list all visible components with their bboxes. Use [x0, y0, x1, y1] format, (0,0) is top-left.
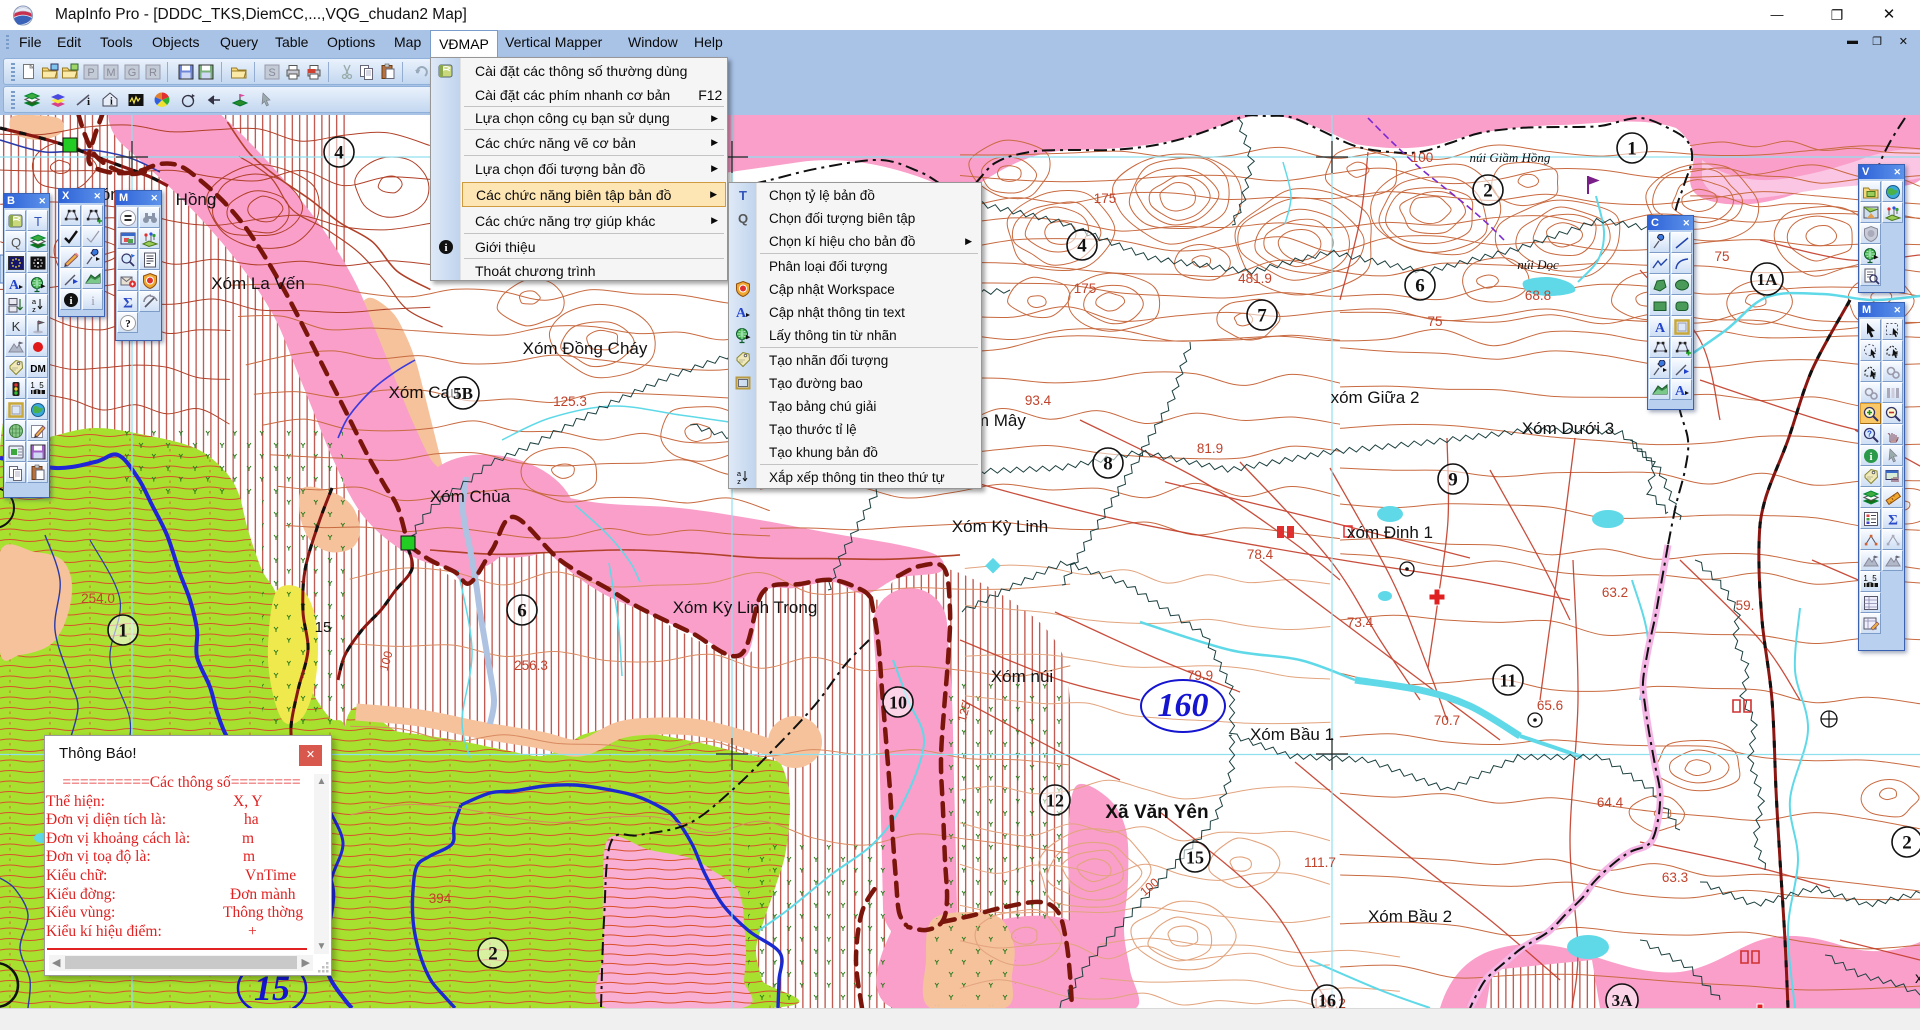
svg-text:Xóm Đồng Cháy: Xóm Đồng Cháy: [523, 339, 648, 358]
svg-text:394: 394: [429, 891, 452, 906]
svg-text:Σ: Σ: [1888, 512, 1898, 528]
svg-text:81.9: 81.9: [1197, 441, 1223, 456]
svg-text:z: z: [32, 305, 36, 314]
svg-text:z: z: [737, 477, 741, 486]
svg-text:160: 160: [1158, 687, 1209, 724]
svg-text:xóm Giữa 2: xóm Giữa 2: [1331, 388, 1420, 407]
svg-text:5B: 5B: [453, 384, 473, 403]
svg-text:10: 10: [889, 692, 907, 712]
svg-text:64.4: 64.4: [1597, 795, 1624, 810]
svg-text:Xóm Chùa: Xóm Chùa: [430, 487, 511, 506]
svg-text:1A: 1A: [1757, 270, 1779, 289]
svg-text:P: P: [87, 67, 94, 79]
svg-text:núi Dọc: núi Dọc: [1517, 257, 1559, 272]
svg-text:i: i: [91, 293, 95, 308]
svg-text:A: A: [736, 306, 747, 321]
svg-text:Xã Văn Yên: Xã Văn Yên: [1105, 802, 1208, 823]
svg-text:xóm Đinh 1: xóm Đinh 1: [1347, 523, 1433, 542]
svg-text:93.4: 93.4: [1025, 393, 1052, 408]
svg-text:6: 6: [517, 601, 527, 622]
svg-text:Xóm núi: Xóm núi: [991, 667, 1053, 686]
svg-text:15: 15: [1186, 847, 1204, 867]
svg-text:Hồng: Hồng: [176, 190, 217, 209]
svg-text:2: 2: [1483, 181, 1493, 202]
svg-text:125.3: 125.3: [553, 394, 587, 409]
svg-text:Xóm Kỳ Linh Trong: Xóm Kỳ Linh Trong: [673, 598, 818, 617]
svg-text:núi Giầm Hồng: núi Giầm Hồng: [1470, 150, 1551, 165]
svg-text:R: R: [149, 67, 157, 79]
svg-text:i: i: [1869, 451, 1872, 463]
svg-text:M: M: [107, 67, 116, 79]
svg-text:9: 9: [1448, 470, 1458, 491]
svg-text:DM: DM: [30, 364, 46, 375]
svg-text:70.7: 70.7: [1434, 713, 1460, 728]
svg-text:i: i: [87, 96, 90, 108]
svg-text:Xóm Bầu 1: Xóm Bầu 1: [1250, 725, 1334, 744]
svg-text:T: T: [34, 214, 42, 229]
svg-text:11: 11: [1499, 670, 1516, 690]
svg-text:i: i: [69, 295, 72, 307]
svg-text:2: 2: [488, 944, 498, 965]
svg-text:Xóm Bầu 2: Xóm Bầu 2: [1368, 907, 1452, 926]
svg-text:1_5: 1_5: [30, 381, 44, 390]
svg-text:xóm Đ: xóm Đ: [1915, 970, 1920, 987]
svg-text:73.4: 73.4: [1347, 615, 1374, 630]
svg-text:Xóm Dưới 3: Xóm Dưới 3: [1522, 419, 1614, 438]
svg-text:256.3: 256.3: [514, 658, 548, 673]
svg-text:?: ?: [1867, 429, 1872, 438]
svg-text:i: i: [444, 242, 447, 254]
svg-text:A: A: [1674, 384, 1685, 399]
svg-text:63.2: 63.2: [1602, 585, 1628, 600]
svg-text:65.6: 65.6: [1537, 698, 1563, 713]
svg-text:481.9: 481.9: [1238, 271, 1272, 286]
svg-text:G: G: [128, 67, 137, 79]
svg-text:S: S: [269, 67, 276, 79]
svg-text:12: 12: [1046, 790, 1064, 810]
svg-text:1_5: 1_5: [1863, 574, 1877, 583]
svg-text:175: 175: [1094, 191, 1117, 206]
svg-text:Σ: Σ: [123, 295, 133, 311]
svg-text:78.4: 78.4: [1247, 547, 1274, 562]
svg-text:75: 75: [1427, 314, 1442, 329]
svg-text:Xóm La Vến: Xóm La Vến: [211, 274, 305, 293]
svg-text:100: 100: [1411, 150, 1434, 165]
svg-text:15: 15: [315, 619, 332, 636]
svg-text:254.0: 254.0: [81, 591, 115, 606]
svg-text:i: i: [110, 96, 113, 107]
svg-text:?: ?: [125, 318, 131, 330]
svg-text:8: 8: [1103, 454, 1113, 475]
svg-text:7: 7: [1257, 306, 1267, 327]
svg-text:1: 1: [118, 621, 128, 642]
svg-text:175: 175: [1074, 281, 1097, 296]
svg-text:75: 75: [1714, 249, 1729, 264]
svg-text:4: 4: [1077, 236, 1087, 257]
svg-text:79.9: 79.9: [1187, 668, 1213, 683]
svg-text:Xóm Kỳ Linh: Xóm Kỳ Linh: [952, 517, 1048, 536]
svg-text:A: A: [8, 278, 19, 293]
svg-text:63.3: 63.3: [1662, 870, 1688, 885]
svg-text:111.7: 111.7: [1304, 855, 1336, 870]
svg-text:6: 6: [1415, 276, 1425, 297]
svg-text:68.8: 68.8: [1525, 288, 1551, 303]
svg-text:K: K: [11, 319, 20, 334]
svg-text:Q: Q: [10, 235, 20, 250]
svg-text:2: 2: [1902, 833, 1912, 854]
svg-text:A: A: [1654, 321, 1665, 336]
svg-text:4: 4: [334, 143, 344, 164]
svg-text:1: 1: [1627, 139, 1637, 160]
svg-text:59.: 59.: [1736, 598, 1755, 613]
